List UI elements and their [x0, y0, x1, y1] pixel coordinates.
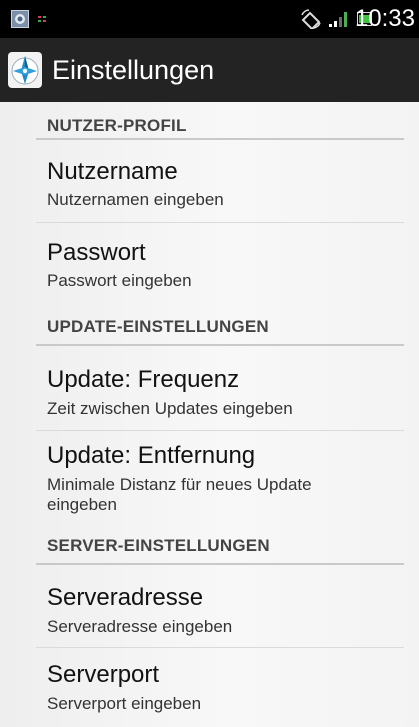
compass-app-icon[interactable]	[8, 52, 42, 88]
section-header-update-settings: UPDATE-EINSTELLUNGEN	[47, 317, 269, 336]
pref-summary: Zeit zwischen Updates eingeben	[47, 399, 293, 418]
app-notification-icon	[11, 10, 29, 28]
pref-item-update-frequency[interactable]: Update: Frequenz Zeit zwischen Updates e…	[36, 346, 404, 430]
pref-summary: Passwort eingeben	[47, 271, 192, 290]
pref-summary: Minimale Distanz für neues Update eingeb…	[47, 475, 312, 514]
pref-summary: Nutzernamen eingeben	[47, 190, 224, 209]
pref-title: Update: Frequenz	[47, 366, 240, 393]
pref-item-username[interactable]: Nutzername Nutzernamen eingeben	[36, 140, 404, 222]
pref-summary: Serverport eingeben	[47, 694, 202, 713]
pref-title: Nutzername	[47, 158, 178, 185]
pref-title: Update: Entfernung	[47, 442, 256, 469]
pref-title: Serveradresse	[47, 584, 204, 611]
preferences-list: NUTZER-PROFIL Nutzername Nutzernamen ein…	[0, 102, 419, 727]
pref-title: Serverport	[47, 661, 160, 688]
pref-item-server-address[interactable]: Serveradresse Serveradresse eingeben	[36, 565, 404, 647]
status-time: 10:33	[354, 5, 415, 32]
pref-item-password[interactable]: Passwort Passwort eingeben	[36, 223, 404, 301]
status-bar: 10:33	[0, 0, 419, 38]
dots-icon	[38, 16, 46, 22]
section-header-server-settings: SERVER-EINSTELLUNGEN	[47, 536, 270, 555]
rotation-icon	[301, 9, 321, 29]
pref-item-update-distance[interactable]: Update: Entfernung Minimale Distanz für …	[36, 431, 404, 528]
section-header-user-profile: NUTZER-PROFIL	[47, 116, 187, 135]
action-bar: Einstellungen	[0, 38, 419, 102]
pref-item-server-port[interactable]: Serverport Serverport eingeben	[36, 648, 404, 727]
pref-title: Passwort	[47, 239, 146, 266]
page-title: Einstellungen	[52, 55, 215, 85]
signal-icon	[329, 12, 347, 27]
pref-summary: Serveradresse eingeben	[47, 617, 233, 636]
